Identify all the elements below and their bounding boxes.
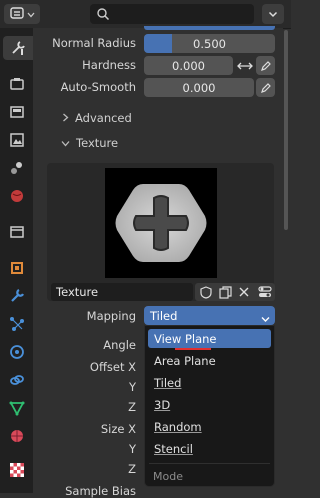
hardness-pressure-pen-icon[interactable] [256,56,275,75]
search-input[interactable] [90,4,254,24]
material-tab-icon[interactable] [4,424,30,448]
physics-tab-icon[interactable] [4,340,30,364]
constraints-tab-icon[interactable] [4,368,30,392]
scene-tab-icon[interactable] [4,156,30,180]
mapping-dropdown-menu: View Plane Area Plane Tiled 3D Random St… [144,325,275,487]
chevron-down-icon [27,7,35,21]
size-y-label: Y [128,442,136,456]
fake-user-shield-icon[interactable] [197,283,215,301]
autosmooth-field[interactable]: 0.000 [144,78,254,97]
advanced-panel-header[interactable]: Advanced [62,111,132,125]
scrollbar[interactable] [284,30,288,230]
options-dropdown-button[interactable] [262,4,284,24]
menu-item-tiled[interactable]: Tiled [148,373,271,392]
menu-item-label: Random [154,419,202,434]
radius-slider-fill-partial[interactable] [144,26,275,30]
offset-x-label: Offset X [89,360,136,374]
header-bar [0,0,291,29]
properties-tabs [0,28,33,493]
output-tab-icon[interactable] [4,100,30,124]
menu-title: Mode [153,470,183,483]
duplicate-icon[interactable] [216,283,234,301]
chevron-down-icon [61,136,70,150]
data-tab-icon[interactable] [4,396,30,420]
sample-bias-label: Sample Bias [65,484,136,498]
chevron-right-icon [62,111,69,125]
normal-radius-value: 0.500 [193,36,226,51]
collection-tab-icon[interactable] [4,220,30,244]
pressure-direction-icon[interactable] [235,56,255,75]
hardness-field[interactable]: 0.000 [144,56,233,75]
size-x-label: Size X [100,422,136,436]
angle-label: Angle [103,338,136,352]
chevron-down-icon [268,7,278,21]
autosmooth-label: Auto-Smooth [60,80,136,94]
render-tab-icon[interactable] [4,72,30,96]
size-z-label: Z [128,462,136,476]
menu-item-label: Stencil [154,441,193,456]
menu-item-view-plane[interactable]: View Plane [148,329,271,348]
spell-check-underline [175,348,211,350]
texture-panel-label: Texture [76,136,119,150]
menu-item-label: View Plane [154,331,217,346]
menu-item-label: Area Plane [154,353,216,368]
editor-type-button[interactable] [4,4,40,24]
menu-item-3d[interactable]: 3D [148,395,271,414]
normal-radius-slider[interactable]: 0.500 [144,34,275,53]
autosmooth-pressure-pen-icon[interactable] [256,78,275,97]
normal-radius-label: Normal Radius [52,36,136,50]
view-layer-tab-icon[interactable] [4,128,30,152]
offset-z-label: Z [128,400,136,414]
menu-separator [149,463,270,464]
menu-item-label: 3D [154,397,171,412]
properties-editor-icon [9,6,24,23]
offset-y-label: Y [128,380,136,394]
menu-item-label: Tiled [154,375,182,390]
mapping-value: Tiled [150,308,178,323]
texture-actions [195,283,275,301]
unlink-close-icon[interactable] [235,283,253,301]
texture-preview[interactable] [105,168,217,278]
modifier-tab-icon[interactable] [4,284,30,308]
advanced-panel-label: Advanced [75,111,132,125]
menu-item-area-plane[interactable]: Area Plane [148,351,271,370]
chevron-down-icon [261,312,270,326]
mapping-label: Mapping [86,309,136,323]
particles-tab-icon[interactable] [4,312,30,336]
tool-tab-icon[interactable] [3,36,33,60]
object-tab-icon[interactable] [4,256,30,280]
hardness-label: Hardness [82,58,136,72]
menu-item-random[interactable]: Random [148,417,271,436]
texture-name-field[interactable]: Texture [51,283,193,301]
texture-settings-toggle-icon[interactable] [255,283,275,301]
world-tab-icon[interactable] [4,184,30,208]
texture-panel-header[interactable]: Texture [61,136,118,150]
texture-tab-icon[interactable] [4,458,30,482]
menu-item-stencil[interactable]: Stencil [148,439,271,458]
mapping-select[interactable]: Tiled [144,306,275,325]
